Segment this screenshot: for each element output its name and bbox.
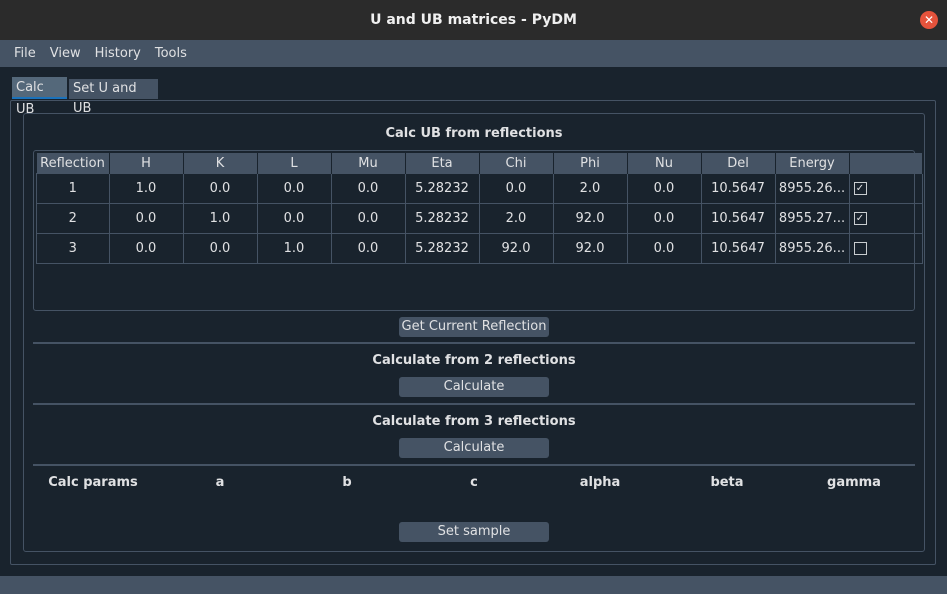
cell-reflection[interactable]: 2 [36,203,110,234]
column-header-mu[interactable]: Mu [331,153,406,174]
calculate-2-button[interactable]: Calculate [399,377,549,397]
cell-l[interactable]: 0.0 [256,203,332,234]
menu-file[interactable]: File [7,46,43,61]
cell-reflection[interactable]: 3 [36,233,110,264]
cell-k[interactable]: 0.0 [182,233,258,264]
cell-del[interactable]: 10.5647 [700,233,776,264]
cell-chi[interactable]: 2.0 [478,203,554,234]
cell-phi[interactable]: 2.0 [552,173,628,204]
cell-phi[interactable]: 92.0 [552,203,628,234]
cell-eta[interactable]: 5.28232 [404,203,480,234]
calc-3-reflections-title: Calculate from 3 reflections [372,414,576,429]
checkmark-icon[interactable]: ✓ [853,212,867,225]
tab-set-u-and-ub[interactable]: Set U and UB [69,79,158,116]
cell-nu[interactable]: 0.0 [626,203,702,234]
cell-del[interactable]: 10.5647 [700,203,776,234]
calc-params-label: Calc params [48,475,138,490]
cell-energy[interactable]: 8955.26... [774,233,850,264]
table-header-row: Reflection H K L Mu Eta Chi Phi Nu Del E… [36,153,923,174]
cell-energy[interactable]: 8955.27... [774,203,850,234]
column-header-k[interactable]: K [183,153,258,174]
column-header-phi[interactable]: Phi [553,153,628,174]
cell-k[interactable]: 0.0 [182,173,258,204]
column-header-del[interactable]: Del [701,153,776,174]
cell-reflection[interactable]: 1 [36,173,110,204]
table-row[interactable]: 3 0.0 0.0 1.0 0.0 5.28232 92.0 92.0 0.0 … [36,233,923,264]
column-header-chi[interactable]: Chi [479,153,554,174]
cell-use: ✓ [848,203,923,234]
param-b-label: b [342,475,352,490]
separator [33,403,915,405]
checkmark-icon[interactable]: ✓ [853,182,867,195]
cell-use [848,233,923,264]
calc-2-reflections-title: Calculate from 2 reflections [372,353,576,368]
param-c-label: c [470,475,478,490]
cell-h[interactable]: 0.0 [108,233,184,264]
reflections-table: Reflection H K L Mu Eta Chi Phi Nu Del E… [36,153,923,264]
column-header-use[interactable] [849,153,923,174]
param-gamma-label: gamma [827,475,881,490]
cell-use: ✓ [848,173,923,204]
calculate-3-button[interactable]: Calculate [399,438,549,458]
cell-phi[interactable]: 92.0 [552,233,628,264]
table-row[interactable]: 2 0.0 1.0 0.0 0.0 5.28232 2.0 92.0 0.0 1… [36,203,923,234]
menu-history[interactable]: History [88,46,148,61]
separator [33,464,915,466]
column-header-energy[interactable]: Energy [775,153,850,174]
cell-chi[interactable]: 92.0 [478,233,554,264]
param-alpha-label: alpha [579,475,621,490]
use-checkbox[interactable] [853,242,867,255]
menu-tools[interactable]: Tools [148,46,194,61]
param-beta-label: beta [710,475,744,490]
cell-h[interactable]: 0.0 [108,203,184,234]
close-icon[interactable]: ✕ [920,11,938,29]
cell-del[interactable]: 10.5647 [700,173,776,204]
separator [33,342,915,344]
column-header-reflection[interactable]: Reflection [36,153,110,174]
column-header-h[interactable]: H [109,153,184,174]
menu-bar: File View History Tools [0,40,947,67]
column-header-nu[interactable]: Nu [627,153,702,174]
column-header-l[interactable]: L [257,153,332,174]
cell-nu[interactable]: 0.0 [626,233,702,264]
cell-eta[interactable]: 5.28232 [404,233,480,264]
reflections-title: Calc UB from reflections [385,126,563,141]
cell-mu[interactable]: 0.0 [330,173,406,204]
cell-h[interactable]: 1.0 [108,173,184,204]
cell-nu[interactable]: 0.0 [626,173,702,204]
cell-mu[interactable]: 0.0 [330,203,406,234]
get-current-reflection-button[interactable]: Get Current Reflection [399,317,549,337]
cell-chi[interactable]: 0.0 [478,173,554,204]
param-a-label: a [215,475,225,490]
tab-calc-ub[interactable]: Calc UB [12,77,67,117]
menu-view[interactable]: View [43,46,88,61]
column-header-eta[interactable]: Eta [405,153,480,174]
cell-l[interactable]: 1.0 [256,233,332,264]
cell-energy[interactable]: 8955.26... [774,173,850,204]
window-title: U and UB matrices - PyDM [370,12,577,28]
cell-eta[interactable]: 5.28232 [404,173,480,204]
cell-mu[interactable]: 0.0 [330,233,406,264]
cell-k[interactable]: 1.0 [182,203,258,234]
status-bar [0,576,947,594]
table-row[interactable]: 1 1.0 0.0 0.0 0.0 5.28232 0.0 2.0 0.0 10… [36,173,923,204]
set-sample-button[interactable]: Set sample [399,522,549,542]
cell-l[interactable]: 0.0 [256,173,332,204]
title-bar: U and UB matrices - PyDM ✕ [0,0,947,41]
